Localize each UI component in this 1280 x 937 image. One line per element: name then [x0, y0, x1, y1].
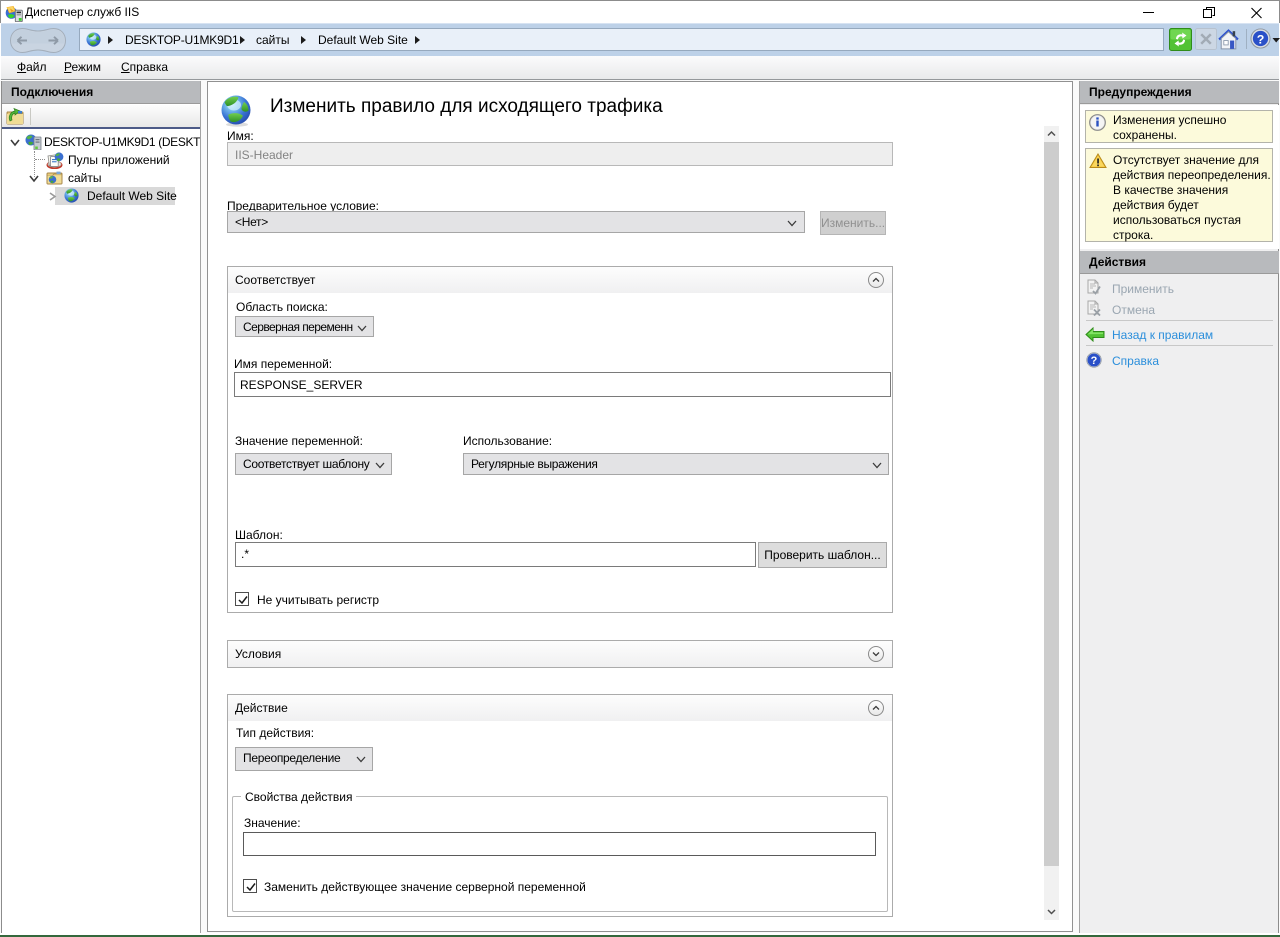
svg-text:?: ?: [1257, 32, 1265, 46]
svg-text:?: ?: [1091, 355, 1098, 367]
